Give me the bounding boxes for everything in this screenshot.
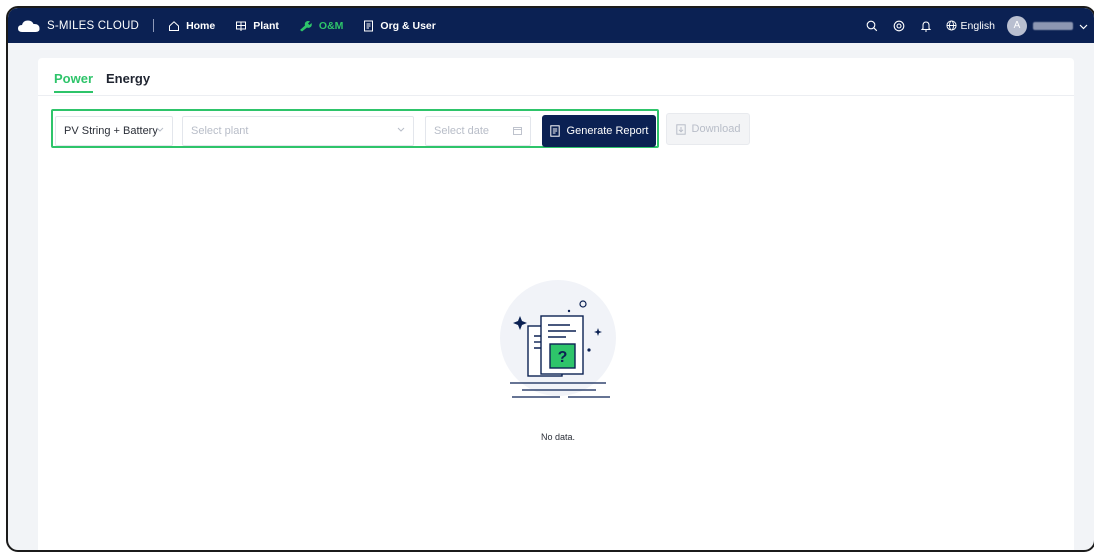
- globe-icon: [946, 20, 957, 31]
- nav-item-home[interactable]: Home: [168, 20, 215, 32]
- username-redacted[interactable]: [1033, 21, 1073, 30]
- brand-name: S-MILES CLOUD: [47, 19, 140, 32]
- chevron-down-icon: [397, 127, 405, 132]
- report-panel: Power Energy PV String + Battery Select …: [38, 58, 1074, 550]
- nav-item-org-user[interactable]: Org & User: [363, 19, 436, 32]
- wrench-icon: [299, 20, 312, 31]
- date-picker[interactable]: Select date: [425, 116, 531, 146]
- header-tools: English A: [851, 8, 1088, 43]
- calendar-icon: [513, 127, 522, 135]
- tab-power[interactable]: Power: [54, 71, 94, 93]
- download-icon: [675, 123, 686, 135]
- no-data-illustration: ?: [500, 280, 616, 398]
- home-icon: [169, 20, 180, 31]
- empty-state-message: No data.: [540, 432, 576, 442]
- plant-select-placeholder: Select plant: [191, 125, 249, 137]
- brand-divider: [153, 19, 155, 32]
- tab-energy[interactable]: Energy: [106, 71, 150, 93]
- nav-item-om-label: O&M: [318, 19, 344, 32]
- nav-item-om[interactable]: O&M: [299, 19, 344, 32]
- nav-item-plant-label: Plant: [253, 19, 279, 32]
- generate-report-label: Generate Report: [566, 125, 649, 137]
- bell-icon[interactable]: [920, 20, 932, 32]
- top-navigation-bar: S-MILES CLOUD Home Plant O&M Org & User: [8, 8, 1094, 43]
- plant-icon: [236, 21, 247, 31]
- search-icon[interactable]: [866, 20, 878, 32]
- device-type-value: PV String + Battery: [64, 125, 158, 137]
- report-tabs: Power Energy: [54, 71, 163, 93]
- support-icon[interactable]: [893, 20, 905, 32]
- document-icon: [364, 20, 374, 31]
- nav-item-org-user-label: Org & User: [380, 19, 436, 32]
- language-selector[interactable]: English: [946, 20, 995, 32]
- brand[interactable]: S-MILES CLOUD: [18, 19, 139, 33]
- language-label: English: [960, 19, 995, 32]
- tab-divider: [38, 95, 1074, 96]
- download-button[interactable]: Download: [666, 113, 750, 145]
- plant-select[interactable]: Select plant: [182, 116, 414, 146]
- nav-item-home-label: Home: [186, 19, 216, 32]
- avatar-initial: A: [1013, 20, 1021, 31]
- download-label: Download: [691, 123, 741, 135]
- chevron-down-icon: [156, 127, 164, 132]
- device-type-select[interactable]: PV String + Battery: [55, 116, 173, 146]
- nav-item-plant[interactable]: Plant: [235, 20, 279, 32]
- filter-bar: PV String + Battery Select plant Select …: [51, 109, 659, 148]
- cloud-logo-icon: [18, 19, 40, 33]
- avatar[interactable]: A: [1007, 15, 1027, 36]
- date-picker-placeholder: Select date: [434, 125, 490, 137]
- report-icon: [549, 125, 560, 137]
- generate-report-button[interactable]: Generate Report: [542, 115, 656, 147]
- svg-text:?: ?: [558, 349, 568, 366]
- chevron-down-icon[interactable]: [1079, 17, 1088, 35]
- app-window: S-MILES CLOUD Home Plant O&M Org & User: [6, 6, 1094, 552]
